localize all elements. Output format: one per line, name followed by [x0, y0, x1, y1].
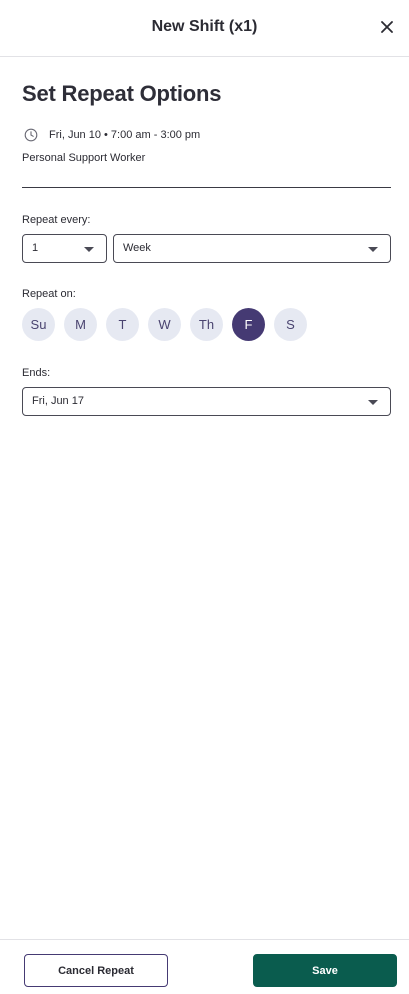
- repeat-unit-value: Week: [123, 242, 151, 254]
- day-button-th[interactable]: Th: [190, 308, 223, 341]
- day-button-m[interactable]: M: [64, 308, 97, 341]
- shift-role: Personal Support Worker: [22, 152, 146, 164]
- day-button-w[interactable]: W: [148, 308, 181, 341]
- day-button-t[interactable]: T: [106, 308, 139, 341]
- shift-time-row: Fri, Jun 10 • 7:00 am - 3:00 pm: [22, 127, 200, 143]
- cancel-repeat-button[interactable]: Cancel Repeat: [24, 954, 168, 987]
- repeat-interval-value: 1: [32, 242, 39, 254]
- ends-date-select[interactable]: Fri, Jun 17: [22, 387, 391, 416]
- close-icon: [381, 21, 393, 33]
- section-title: Set Repeat Options: [22, 81, 222, 106]
- chevron-down-icon: [84, 247, 94, 252]
- chevron-down-icon: [368, 247, 378, 252]
- divider: [22, 187, 391, 188]
- shift-time: Fri, Jun 10 • 7:00 am - 3:00 pm: [49, 129, 201, 141]
- repeat-unit-select[interactable]: Week: [113, 234, 391, 263]
- repeat-on-label: Repeat on:: [22, 288, 76, 300]
- day-button-f[interactable]: F: [232, 308, 265, 341]
- save-button[interactable]: Save: [253, 954, 397, 987]
- new-shift-panel: New Shift (x1) Set Repeat Options Fri, J…: [0, 0, 409, 994]
- ends-label: Ends:: [22, 367, 51, 379]
- clock-icon: [24, 128, 38, 142]
- ends-date-value: Fri, Jun 17: [32, 395, 84, 407]
- close-button[interactable]: [377, 17, 397, 37]
- panel-header: New Shift (x1): [0, 0, 409, 57]
- repeat-every-label: Repeat every:: [22, 214, 91, 226]
- chevron-down-icon: [368, 400, 378, 405]
- day-button-su[interactable]: Su: [22, 308, 55, 341]
- day-selector: Su M T W Th F S: [22, 308, 316, 341]
- panel-title: New Shift (x1): [151, 18, 258, 35]
- repeat-interval-select[interactable]: 1: [22, 234, 107, 263]
- panel-footer: Cancel Repeat Save: [0, 939, 409, 994]
- day-button-s[interactable]: S: [274, 308, 307, 341]
